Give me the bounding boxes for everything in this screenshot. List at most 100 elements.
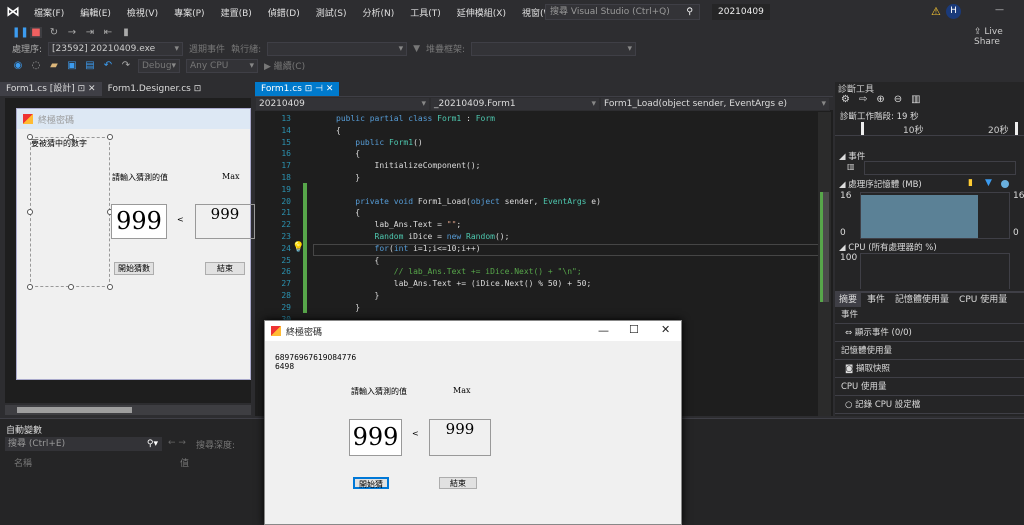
line-number: 29: [281, 302, 291, 312]
code-line[interactable]: Random iDice = new Random();: [336, 232, 510, 241]
minimize-icon[interactable]: —: [995, 5, 1004, 15]
filter-icon[interactable]: ▼: [413, 44, 420, 54]
menu-item[interactable]: 工具(T): [402, 6, 449, 19]
resize-handle[interactable]: [27, 209, 33, 215]
answer-label-selected[interactable]: 要被猜中的數字: [27, 134, 113, 290]
forward-icon[interactable]: ◌: [30, 60, 42, 71]
diag-tab[interactable]: 摘要: [835, 293, 862, 307]
stop-icon[interactable]: ■: [30, 27, 42, 38]
horizontal-scrollbar[interactable]: [5, 405, 251, 415]
class-nav[interactable]: _20210409.Form1: [430, 97, 600, 111]
pause-icon[interactable]: ❚❚: [12, 27, 29, 38]
end-button[interactable]: 結束: [439, 477, 477, 489]
resize-handle[interactable]: [27, 284, 33, 290]
designer-form[interactable]: 終極密碼 要被猜中的數字 請輸入猜測的值 Max 999 < 999 開始猜數 …: [16, 108, 255, 380]
step-into-icon[interactable]: →: [66, 27, 78, 38]
start-button[interactable]: 開始猜數: [114, 262, 154, 275]
platform-select[interactable]: Any CPU: [186, 58, 258, 73]
reset-zoom-icon[interactable]: ▥: [911, 94, 920, 110]
warning-icon[interactable]: ⚠: [931, 5, 941, 18]
guess-input[interactable]: 999: [349, 419, 402, 456]
menu-item[interactable]: 檔案(F): [26, 6, 72, 19]
scrollbar-thumb[interactable]: [820, 192, 829, 302]
avatar[interactable]: H: [946, 4, 961, 19]
tab-form1-designer-cs[interactable]: Form1.Designer.cs ⊡: [102, 82, 208, 96]
back-icon[interactable]: ◉: [12, 60, 24, 71]
code-line[interactable]: lab_Ans.Text = "";: [336, 220, 462, 229]
resize-handle[interactable]: [27, 134, 33, 140]
tab-form1-design[interactable]: Form1.cs [設計] ⊡ ✕: [0, 82, 102, 96]
scrollbar-thumb[interactable]: [17, 407, 132, 413]
undo-icon[interactable]: ↶: [102, 60, 114, 71]
save-all-icon[interactable]: ▤: [84, 60, 96, 71]
restart-icon[interactable]: ↻: [48, 27, 60, 38]
menu-item[interactable]: 分析(N): [354, 6, 402, 19]
menu-item[interactable]: 建置(B): [213, 6, 260, 19]
open-folder-icon[interactable]: ▰: [48, 60, 60, 71]
resize-handle[interactable]: [68, 284, 74, 290]
diag-tab[interactable]: 記憶體使用量: [891, 293, 953, 307]
end-button[interactable]: 結束: [205, 262, 245, 275]
continue-button[interactable]: ▶ 繼續(C): [264, 59, 305, 72]
settings-icon[interactable]: ⚙: [841, 94, 850, 110]
menu-item[interactable]: 延伸模組(X): [449, 6, 514, 19]
resize-handle[interactable]: [107, 284, 113, 290]
timeline-end-handle[interactable]: [1015, 122, 1018, 135]
timeline-ruler[interactable]: 10秒 20秒: [835, 122, 1024, 136]
code-line[interactable]: {: [336, 149, 360, 158]
resize-handle[interactable]: [107, 134, 113, 140]
save-icon[interactable]: ▣: [66, 60, 78, 71]
search-back-icon[interactable]: ← →: [168, 438, 186, 448]
pause-events-icon[interactable]: ▥: [847, 162, 855, 171]
diag-tab[interactable]: 事件: [863, 293, 889, 307]
member-nav[interactable]: Form1_Load(object sender, EventArgs e): [600, 97, 830, 111]
step-over-icon[interactable]: ⇥: [84, 27, 96, 38]
tab-form1-cs[interactable]: Form1.cs ⊡ ⊣ ✕: [255, 82, 340, 96]
code-line[interactable]: {: [336, 256, 380, 265]
code-line[interactable]: private void Form1_Load(object sender, E…: [336, 197, 601, 206]
code-line[interactable]: }: [336, 303, 360, 312]
summary-action[interactable]: ○ 記錄 CPU 設定檔: [835, 396, 1024, 414]
summary-action[interactable]: ◙ 擷取快照: [835, 360, 1024, 378]
code-line[interactable]: }: [336, 173, 360, 182]
diag-tab[interactable]: CPU 使用量: [955, 293, 1011, 307]
stackframe-select[interactable]: [471, 41, 637, 56]
code-line[interactable]: public partial class Form1 : Form: [336, 114, 495, 123]
close-button[interactable]: ✕: [661, 323, 670, 336]
project-nav[interactable]: 20210409: [255, 97, 430, 111]
zoom-out-icon[interactable]: ⊖: [894, 94, 902, 110]
export-icon[interactable]: ⇨: [859, 94, 867, 110]
menu-item[interactable]: 偵錯(D): [260, 6, 308, 19]
redo-icon[interactable]: ↷: [120, 60, 132, 71]
minimize-button[interactable]: —: [598, 324, 609, 337]
lifecycle-events-button[interactable]: 週期事件: [189, 42, 225, 55]
zoom-in-icon[interactable]: ⊕: [876, 94, 884, 110]
code-line[interactable]: InitializeComponent();: [336, 161, 481, 170]
maximize-button[interactable]: ☐: [629, 323, 639, 336]
menu-item[interactable]: 檢視(V): [119, 6, 166, 19]
guess-input[interactable]: 999: [111, 204, 167, 239]
resize-handle[interactable]: [68, 134, 74, 140]
running-form-window[interactable]: 終極密碼 — ☐ ✕ 68976967619084776 6498 請輸入猜測的值…: [264, 320, 682, 525]
summary-action[interactable]: ⇔ 顯示事件 (0/0): [835, 324, 1024, 342]
menu-item[interactable]: 編輯(E): [72, 6, 119, 19]
menu-item[interactable]: 測試(S): [308, 6, 355, 19]
vs-search-input[interactable]: 搜尋 Visual Studio (Ctrl+Q) ⚲: [545, 4, 700, 20]
bookmark-icon[interactable]: ▮: [120, 27, 132, 38]
code-line[interactable]: {: [336, 208, 360, 217]
code-line[interactable]: for(int i=1;i<=10;i++): [336, 244, 481, 253]
code-line[interactable]: lab_Ans.Text += (iDice.Next() % 50) + 50…: [336, 279, 591, 288]
vertical-scrollbar[interactable]: [818, 112, 831, 416]
code-line[interactable]: }: [336, 291, 380, 300]
step-out-icon[interactable]: ⇤: [102, 27, 114, 38]
code-line[interactable]: public Form1(): [336, 138, 422, 147]
menu-item[interactable]: 專案(P): [166, 6, 212, 19]
config-select[interactable]: Debug: [138, 58, 180, 73]
code-line[interactable]: // lab_Ans.Text += iDice.Next() + "\n";: [336, 267, 582, 276]
autos-search-input[interactable]: 搜尋 (Ctrl+E) ⚲▾: [5, 437, 162, 451]
process-select[interactable]: [23592] 20210409.exe: [48, 41, 184, 56]
code-line[interactable]: {: [336, 126, 341, 135]
start-button[interactable]: 開始猜: [353, 477, 389, 489]
timeline-start-handle[interactable]: [861, 122, 864, 135]
thread-select[interactable]: [267, 41, 408, 56]
